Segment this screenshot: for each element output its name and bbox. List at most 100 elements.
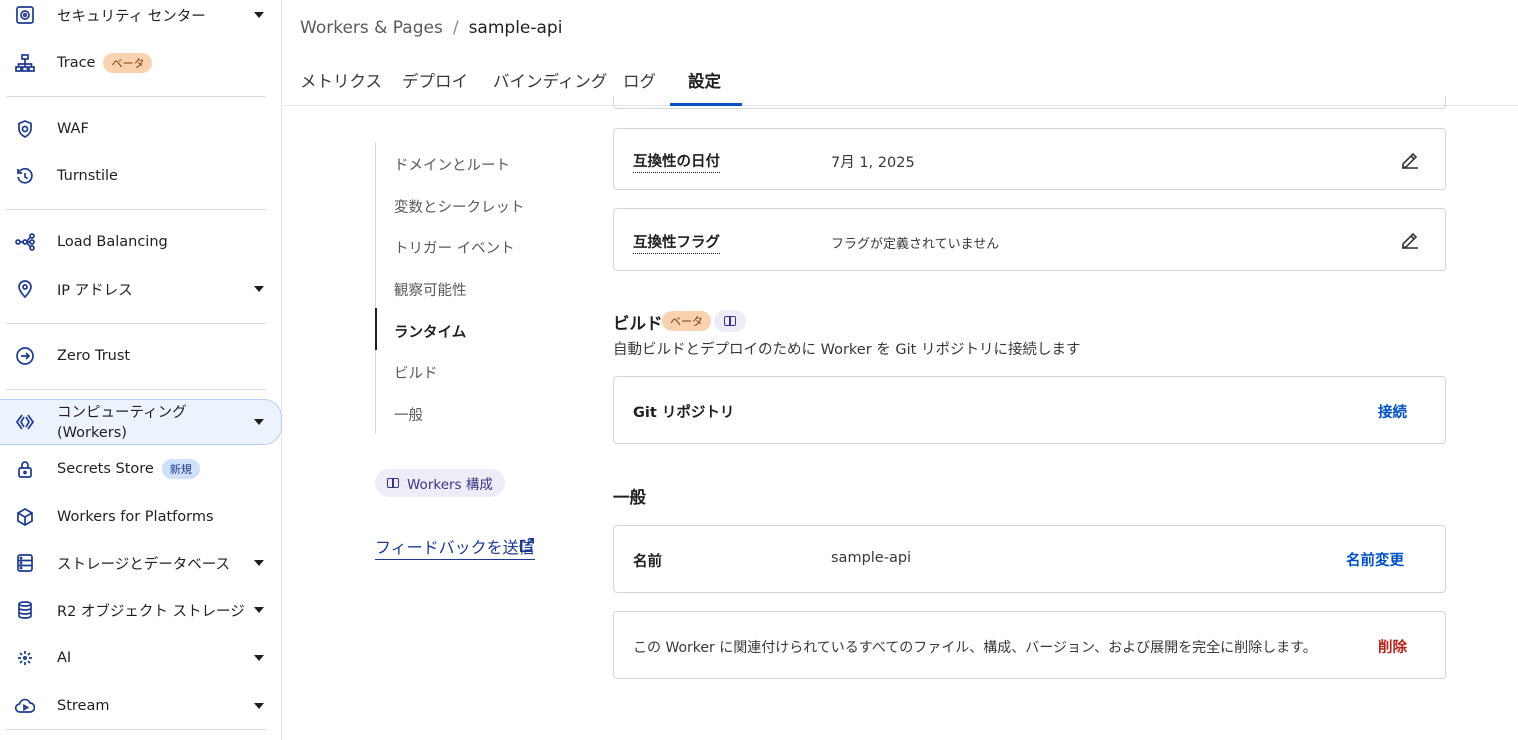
chevron-down-icon[interactable]: [254, 607, 264, 613]
docs-book-icon: [724, 316, 736, 326]
sidebar-divider: [6, 729, 266, 730]
delete-button[interactable]: 削除: [1378, 636, 1407, 657]
chevron-down-icon[interactable]: [254, 12, 264, 18]
sidebar-item-storage-database[interactable]: ストレージとデータベース: [0, 541, 282, 585]
sidebar: セキュリティ センター Trace ベータ WAF Turnstile Load …: [0, 0, 282, 740]
trace-icon: [14, 52, 36, 74]
edit-pencil-icon[interactable]: [1399, 148, 1421, 170]
breadcrumb-current: sample-api: [468, 18, 563, 38]
cloud-play-icon: [14, 695, 36, 717]
sidebar-item-label: セキュリティ センター: [57, 8, 206, 25]
chevron-down-icon[interactable]: [254, 286, 264, 292]
tab-metrics[interactable]: メトリクス: [300, 58, 382, 106]
breadcrumb-separator: /: [452, 18, 459, 38]
breadcrumb-parent-link[interactable]: Workers & Pages: [300, 18, 443, 38]
sidebar-item-label: AI: [57, 650, 72, 666]
turnstile-icon: [14, 165, 36, 187]
sidebar-divider: [6, 209, 266, 210]
build-docs-link[interactable]: [714, 310, 746, 332]
load-balancing-icon: [14, 231, 36, 253]
compatibility-date-value: 7月 1, 2025: [831, 155, 915, 171]
sidebar-item-workers-for-platforms[interactable]: Workers for Platforms: [0, 495, 282, 539]
sidebar-item-ip-address[interactable]: IP アドレス: [0, 267, 282, 311]
sidebar-item-label: Zero Trust: [57, 348, 131, 364]
r2-storage-icon: [14, 599, 36, 621]
workers-config-docs-link[interactable]: Workers 構成: [375, 469, 505, 497]
sidebar-item-compute-workers[interactable]: コンピューティング (Workers): [0, 399, 282, 445]
sidebar-item-label: Trace: [57, 55, 96, 71]
sidebar-item-secrets-store[interactable]: Secrets Store 新規: [0, 447, 282, 491]
sidebar-item-label: WAF: [57, 121, 89, 137]
sidebar-item-ai[interactable]: AI: [0, 636, 282, 680]
section-link-observability[interactable]: 観察可能性: [394, 279, 467, 300]
previous-card-edge: [613, 96, 1446, 109]
security-center-icon: [14, 4, 36, 26]
chevron-down-icon[interactable]: [254, 560, 264, 566]
delete-description: この Worker に関連付けられているすべてのファイル、構成、バージョン、およ…: [633, 640, 1317, 656]
git-repository-label: Git リポジトリ: [633, 405, 735, 421]
compatibility-flags-value: フラグが定義されていません: [831, 237, 1000, 252]
build-section-title: ビルド: [613, 314, 663, 333]
section-link-domains-routes[interactable]: ドメインとルート: [394, 154, 510, 175]
general-section-title: 一般: [613, 488, 646, 507]
docs-link-label: Workers 構成: [407, 477, 493, 493]
sidebar-item-label: Secrets Store: [57, 461, 154, 477]
sidebar-item-load-balancing[interactable]: Load Balancing: [0, 220, 282, 264]
sidebar-item-stream[interactable]: Stream: [0, 684, 282, 728]
worker-name-value: sample-api: [831, 550, 912, 566]
beta-badge: ベータ: [103, 53, 153, 73]
tab-bindings[interactable]: バインディング: [493, 58, 607, 106]
sidebar-item-label: Load Balancing: [57, 234, 168, 250]
external-link-icon[interactable]: [518, 537, 535, 554]
sidebar-item-label: Workers for Platforms: [57, 509, 214, 525]
chevron-down-icon[interactable]: [254, 655, 264, 661]
database-icon: [14, 552, 36, 574]
sidebar-item-label: Turnstile: [57, 168, 118, 184]
chevron-down-icon[interactable]: [254, 419, 264, 425]
docs-book-icon: [387, 478, 399, 488]
breadcrumb: Workers & Pages / sample-api: [300, 18, 562, 38]
sidebar-item-waf[interactable]: WAF: [0, 107, 282, 151]
section-link-runtime[interactable]: ランタイム: [394, 321, 466, 342]
compatibility-flags-label[interactable]: 互換性フラグ: [633, 231, 720, 254]
sidebar-item-zero-trust[interactable]: Zero Trust: [0, 334, 282, 378]
compatibility-date-label[interactable]: 互換性の日付: [633, 150, 720, 173]
sidebar-item-label: コンピューティング: [57, 405, 187, 421]
sidebar-divider: [6, 389, 266, 390]
edit-pencil-icon[interactable]: [1399, 228, 1421, 250]
sidebar-item-label: ストレージとデータベース: [57, 556, 230, 573]
sidebar-divider: [6, 323, 266, 324]
tab-deployments[interactable]: デプロイ: [402, 58, 468, 106]
rename-button[interactable]: 名前変更: [1346, 549, 1404, 570]
settings-section-nav: ドメインとルート 変数とシークレット トリガー イベント 観察可能性 ランタイム…: [375, 142, 575, 434]
beta-badge: ベータ: [662, 311, 711, 331]
sidebar-item-trace[interactable]: Trace ベータ: [0, 41, 282, 85]
zero-trust-icon: [14, 345, 36, 367]
sidebar-divider: [6, 96, 266, 97]
section-link-trigger-events[interactable]: トリガー イベント: [394, 237, 515, 258]
new-badge: 新規: [161, 459, 200, 479]
compatibility-date-card: 互換性の日付 7月 1, 2025: [613, 128, 1446, 190]
cube-icon: [14, 506, 36, 528]
lock-icon: [14, 458, 36, 480]
sidebar-item-security-center[interactable]: セキュリティ センター: [0, 0, 282, 37]
compatibility-flags-card: 互換性フラグ フラグが定義されていません: [613, 208, 1446, 271]
sparkle-icon: [14, 647, 36, 669]
build-section-subtitle: 自動ビルドとデプロイのために Worker を Git リポジトリに接続します: [613, 342, 1081, 358]
send-feedback-link[interactable]: フィードバックを送信: [375, 534, 535, 560]
workers-icon: [14, 411, 36, 433]
sidebar-item-r2-storage[interactable]: R2 オブジェクト ストレージ: [0, 588, 282, 632]
connect-button[interactable]: 接続: [1378, 401, 1407, 422]
section-link-build[interactable]: ビルド: [394, 362, 438, 383]
sidebar-item-label: R2 オブジェクト ストレージ: [57, 603, 245, 620]
sidebar-item-label: Stream: [57, 698, 110, 714]
chevron-down-icon[interactable]: [254, 703, 264, 709]
sidebar-item-label: IP アドレス: [57, 282, 133, 299]
worker-name-card: 名前 sample-api 名前変更: [613, 525, 1446, 593]
section-link-general[interactable]: 一般: [394, 404, 423, 425]
location-pin-icon: [14, 278, 36, 300]
sidebar-item-turnstile[interactable]: Turnstile: [0, 154, 282, 198]
name-label: 名前: [633, 554, 662, 570]
delete-worker-card: この Worker に関連付けられているすべてのファイル、構成、バージョン、およ…: [613, 611, 1446, 679]
section-link-variables-secrets[interactable]: 変数とシークレット: [394, 196, 525, 217]
